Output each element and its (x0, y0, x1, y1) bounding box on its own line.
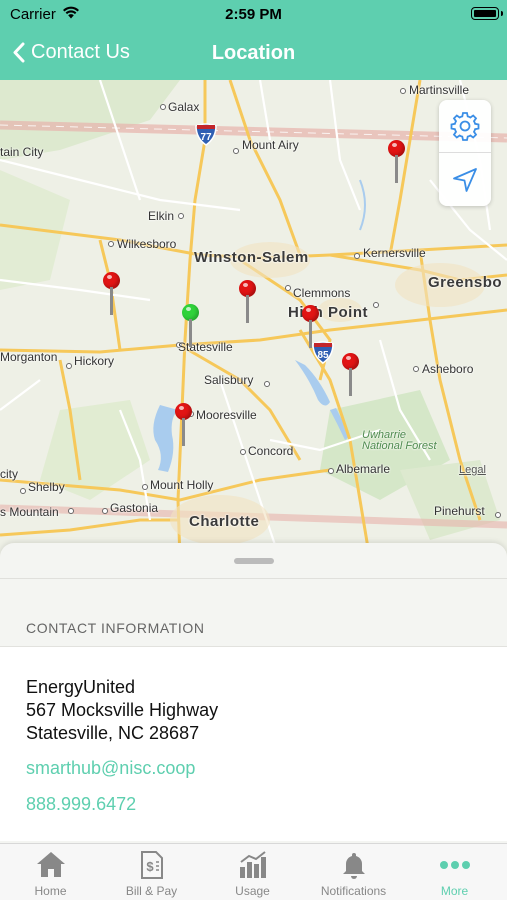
map-pin[interactable] (302, 305, 320, 349)
tab-bill-pay[interactable]: $ Bill & Pay (101, 844, 202, 900)
map-legal-link[interactable]: Legal (459, 464, 486, 476)
map-label-gastonia: Gastonia (110, 501, 159, 515)
map-pin[interactable] (239, 280, 257, 324)
map-view[interactable]: 77 85 Galax Martinsville Mount Airy tain… (0, 80, 507, 560)
navigation-bar: Contact Us Location (0, 32, 507, 76)
map-label-charlotte: Charlotte (189, 513, 260, 530)
sheet-divider (0, 578, 507, 579)
contact-sheet: CONTACT INFORMATION EnergyUnited 567 Moc… (0, 543, 507, 843)
city-dot-pinehurst (495, 512, 501, 518)
svg-text:$: $ (146, 859, 154, 874)
location-arrow-icon (453, 167, 477, 192)
city-dot-martinsville (400, 88, 406, 94)
city-dot-kernersville (354, 253, 360, 259)
city-dot-concord (240, 449, 246, 455)
contact-city-state-zip: Statesville, NC 28687 (26, 723, 200, 743)
contact-card: EnergyUnited 567 Mocksville Highway Stat… (0, 646, 507, 841)
status-bar: Carrier 2:59 PM (0, 0, 507, 30)
map-label-clemmons: Clemmons (293, 286, 351, 300)
map-label-winston-salem: Winston-Salem (194, 249, 309, 266)
contact-name: EnergyUnited (26, 677, 136, 697)
city-dot-high-point (373, 302, 379, 308)
map-pin[interactable] (103, 272, 121, 316)
phone-link[interactable]: 888.999.6472 (26, 794, 136, 815)
city-dot-s-mountain (68, 508, 74, 514)
i77-label: 77 (200, 132, 212, 143)
contact-street: 567 Mocksville Highway (26, 700, 219, 720)
tab-usage-label: Usage (235, 884, 270, 898)
tab-home-label: Home (34, 884, 67, 898)
city-dot-wilkesboro (108, 241, 114, 247)
map-label-mount-holly: Mount Holly (150, 478, 214, 492)
tab-usage[interactable]: Usage (202, 844, 303, 900)
status-time: 2:59 PM (225, 6, 282, 23)
section-header: CONTACT INFORMATION (26, 620, 205, 636)
city-dot-albemarle (328, 468, 334, 474)
tab-notifications-label: Notifications (320, 884, 387, 898)
map-label-concord: Concord (248, 444, 294, 458)
tab-bar: Home $ Bill & Pay Usage Notifications Mo… (0, 843, 507, 900)
usage-chart-icon (239, 851, 266, 878)
tab-home[interactable]: Home (0, 844, 101, 900)
battery-icon (471, 7, 503, 20)
map-label-mooresville: Mooresville (196, 408, 257, 422)
email-link[interactable]: smarthub@nisc.coop (26, 758, 195, 779)
map-label-tain-city: tain City (0, 145, 44, 159)
map-label-salisbury: Salisbury (204, 373, 254, 387)
map-label-city: city (0, 467, 18, 481)
city-dot-mount-airy (233, 148, 239, 154)
map-label-albemarle: Albemarle (336, 462, 391, 476)
map-label-mount-airy: Mount Airy (242, 138, 299, 152)
map-label-martinsville: Martinsville (409, 83, 470, 97)
tab-more-label: More (440, 884, 469, 898)
tab-bill-pay-label: Bill & Pay (125, 884, 178, 898)
more-dots-icon (439, 861, 470, 869)
city-dot-shelby (20, 488, 26, 494)
map-label-greensboro: Greensbo (428, 274, 503, 291)
page-title: Location (211, 42, 296, 64)
map-label-galax: Galax (168, 100, 200, 114)
tab-notifications[interactable]: Notifications (303, 844, 404, 900)
top-bar: Carrier 2:59 PM Contact Us Location (0, 0, 507, 80)
map-label-elkin: Elkin (148, 209, 175, 223)
map-controls (439, 100, 491, 206)
map-pin[interactable] (342, 353, 360, 397)
i85-label: 85 (317, 350, 329, 361)
map-label-hickory: Hickory (74, 354, 115, 368)
gear-icon (450, 112, 480, 141)
map-pin-selected[interactable] (182, 304, 200, 348)
bill-icon: $ (140, 851, 163, 879)
map-label-wilkesboro: Wilkesboro (117, 237, 177, 251)
city-dot-hickory (66, 363, 72, 369)
city-dot-clemmons (285, 285, 291, 291)
home-icon (36, 852, 65, 877)
city-dot-asheboro (413, 366, 419, 372)
map-pin[interactable] (175, 403, 193, 447)
city-dot-mount-holly (142, 484, 148, 490)
map-label-morganton: Morganton (0, 350, 58, 364)
city-dot-salisbury (264, 381, 270, 387)
map-label-uwharrie: Uwharrie National Forest (362, 429, 437, 452)
map-label-asheboro: Asheboro (422, 362, 474, 376)
map-label-high-point: High Point (288, 304, 368, 321)
map-label-kernersville: Kernersville (363, 246, 426, 260)
city-dot-elkin (178, 213, 184, 219)
map-label-s-mountain: s Mountain (0, 505, 59, 519)
map-label-pinehurst: Pinehurst (434, 504, 485, 518)
city-dot-gastonia (102, 508, 108, 514)
map-label-shelby: Shelby (28, 480, 65, 494)
interstate-77-shield: 77 (194, 122, 218, 146)
my-location-button[interactable] (439, 153, 491, 206)
map-settings-button[interactable] (439, 100, 491, 153)
city-dot-galax (160, 104, 166, 110)
map-pin[interactable] (388, 140, 406, 184)
bell-icon (342, 853, 365, 879)
sheet-grabber[interactable] (234, 558, 274, 564)
tab-more[interactable]: More (404, 844, 505, 900)
